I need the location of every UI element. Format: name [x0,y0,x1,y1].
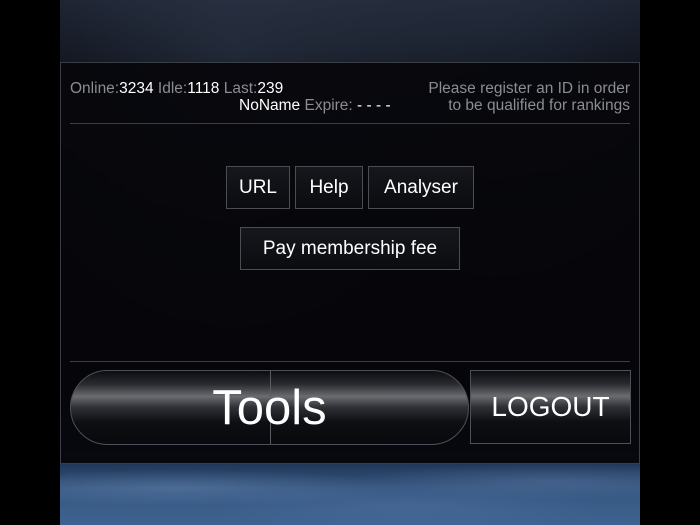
online-count: 3234 [119,80,154,97]
logout-button[interactable]: LOGOUT [470,370,631,444]
register-notice: Please register an ID in order to be qua… [428,80,630,114]
expire-label: Expire: [304,97,353,114]
user-name: NoName [239,97,301,114]
status-bar: Online:3234 Idle:1118 Last:239 NoName Ex… [70,80,630,116]
last-label: Last: [223,80,258,97]
pay-membership-fee-button[interactable]: Pay membership fee [240,227,460,270]
analyser-button[interactable]: Analyser [368,166,474,209]
url-button[interactable]: URL [226,166,290,209]
register-notice-line1: Please register an ID in order [428,80,630,97]
main-panel: Online:3234 Idle:1118 Last:239 NoName Ex… [60,62,640,464]
user-info: NoName Expire: - - - - [239,97,391,114]
help-button[interactable]: Help [295,166,363,209]
tools-label: Tools [212,380,327,435]
register-notice-line2: to be qualified for rankings [448,97,630,114]
online-label: Online: [70,80,120,97]
last-count: 239 [257,80,284,97]
background-stage: Online:3234 Idle:1118 Last:239 NoName Ex… [60,0,640,525]
top-divider [70,123,630,124]
idle-label: Idle: [157,80,188,97]
bottom-divider [70,361,630,362]
status-stats: Online:3234 Idle:1118 Last:239 [70,80,283,97]
tools-button[interactable]: Tools [70,370,469,445]
idle-count: 1118 [187,80,220,97]
expire-value: - - - - [357,97,391,114]
